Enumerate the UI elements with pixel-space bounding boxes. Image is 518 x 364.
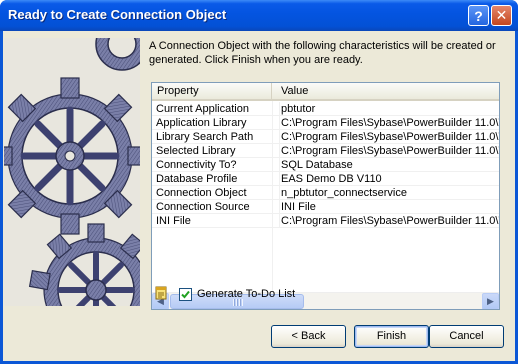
notepad-icon xyxy=(155,286,167,300)
close-button[interactable]: ✕ xyxy=(491,5,512,26)
value-cell: INI File xyxy=(279,200,499,214)
question-mark-icon: ? xyxy=(474,7,483,24)
property-cell: Connectivity To? xyxy=(156,159,237,171)
value-cell: pbtutor xyxy=(279,102,499,116)
back-button[interactable]: < Back xyxy=(271,325,346,348)
value-cell: n_pbtutor_connectservice xyxy=(279,186,499,200)
property-cell: Application Library xyxy=(156,117,247,129)
properties-list[interactable]: Property Value Current Application pbtut… xyxy=(151,82,500,310)
list-item[interactable]: Application Library C:\Program Files\Syb… xyxy=(152,116,499,130)
gears-icon xyxy=(4,38,140,306)
value-cell: SQL Database xyxy=(279,158,499,172)
close-icon: ✕ xyxy=(495,7,508,23)
value-cell: C:\Program Files\Sybase\PowerBuilder 11.… xyxy=(279,214,499,228)
list-header: Property Value xyxy=(152,83,499,101)
list-rows: Current Application pbtutor Application … xyxy=(152,102,499,228)
title-bar[interactable]: Ready to Create Connection Object ? ✕ xyxy=(0,0,518,31)
list-item[interactable]: Current Application pbtutor xyxy=(152,102,499,116)
property-cell: Selected Library xyxy=(156,145,236,157)
list-item[interactable]: Database Profile EAS Demo DB V110 xyxy=(152,172,499,186)
dialog-window: Ready to Create Connection Object ? ✕ A … xyxy=(0,0,518,364)
property-cell: INI File xyxy=(156,215,191,227)
value-cell: C:\Program Files\Sybase\PowerBuilder 11.… xyxy=(279,144,499,158)
help-button[interactable]: ? xyxy=(468,5,489,26)
gears-illustration xyxy=(4,38,140,306)
value-cell: C:\Program Files\Sybase\PowerBuilder 11.… xyxy=(279,130,499,144)
window-title: Ready to Create Connection Object xyxy=(8,7,227,22)
value-cell: EAS Demo DB V110 xyxy=(279,172,499,186)
scroll-right-button[interactable]: ▶ xyxy=(482,293,499,309)
arrow-right-icon: ▶ xyxy=(487,296,494,306)
column-header-value[interactable]: Value xyxy=(276,83,499,99)
generate-todo-checkbox[interactable] xyxy=(179,288,192,301)
property-cell: Current Application xyxy=(156,103,249,115)
list-item[interactable]: Selected Library C:\Program Files\Sybase… xyxy=(152,144,499,158)
cancel-button[interactable]: Cancel xyxy=(429,325,504,348)
value-cell: C:\Program Files\Sybase\PowerBuilder 11.… xyxy=(279,116,499,130)
list-item[interactable]: Connection Source INI File xyxy=(152,200,499,214)
property-cell: Database Profile xyxy=(156,173,238,185)
generate-todo-label[interactable]: Generate To-Do List xyxy=(197,288,295,301)
list-item[interactable]: Connectivity To? SQL Database xyxy=(152,158,499,172)
intro-text: A Connection Object with the following c… xyxy=(149,40,496,66)
list-item[interactable]: INI File C:\Program Files\Sybase\PowerBu… xyxy=(152,214,499,228)
property-cell: Connection Object xyxy=(156,187,247,199)
column-header-property[interactable]: Property xyxy=(152,83,272,99)
list-item[interactable]: Library Search Path C:\Program Files\Syb… xyxy=(152,130,499,144)
list-item[interactable]: Connection Object n_pbtutor_connectservi… xyxy=(152,186,499,200)
dialog-body: A Connection Object with the following c… xyxy=(3,31,515,361)
property-cell: Library Search Path xyxy=(156,131,254,143)
property-cell: Connection Source xyxy=(156,201,250,213)
checkmark-icon xyxy=(181,290,190,299)
finish-button[interactable]: Finish xyxy=(354,325,429,348)
